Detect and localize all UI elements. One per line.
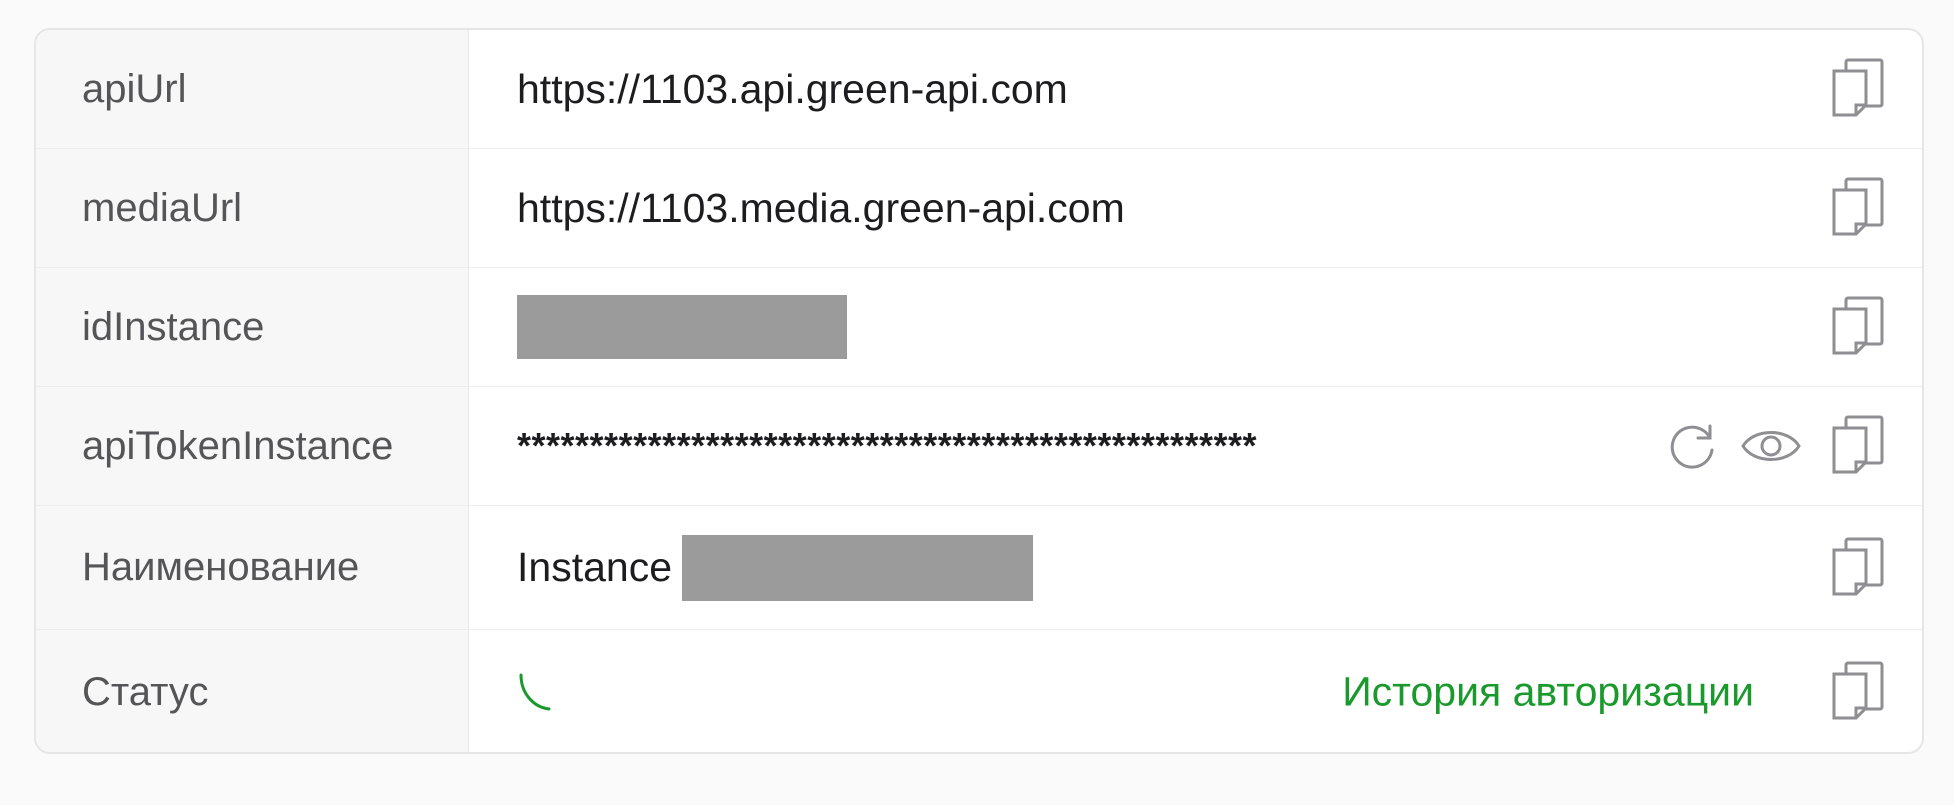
row-id-instance: idInstance — [36, 268, 1922, 387]
auth-history-link[interactable]: История авторизации — [1342, 669, 1754, 716]
row-value-cell: Instance — [469, 506, 1922, 629]
api-token-masked-value: ****************************************… — [517, 425, 1257, 466]
row-label: apiUrl — [36, 30, 469, 148]
row-value-cell: История авторизации — [469, 630, 1922, 752]
row-value-cell — [469, 268, 1922, 386]
row-value-cell: https://1103.api.green-api.com — [469, 30, 1922, 148]
instance-details-card: apiUrl https://1103.api.green-api.com me… — [34, 28, 1924, 754]
copy-icon[interactable] — [1830, 414, 1886, 478]
refresh-icon[interactable] — [1666, 420, 1718, 472]
copy-icon[interactable] — [1830, 176, 1886, 240]
row-label: Статус — [36, 630, 469, 752]
row-media-url: mediaUrl https://1103.media.green-api.co… — [36, 149, 1922, 268]
row-value-cell: ****************************************… — [469, 387, 1922, 505]
row-name: Наименование Instance — [36, 506, 1922, 630]
row-label: idInstance — [36, 268, 469, 386]
copy-icon[interactable] — [1830, 295, 1886, 359]
row-label: Наименование — [36, 506, 469, 629]
api-url-value: https://1103.api.green-api.com — [517, 65, 1068, 112]
row-api-url: apiUrl https://1103.api.green-api.com — [36, 30, 1922, 149]
copy-icon[interactable] — [1830, 57, 1886, 121]
row-api-token: apiTokenInstance ***********************… — [36, 387, 1922, 506]
row-label: apiTokenInstance — [36, 387, 469, 505]
media-url-value: https://1103.media.green-api.com — [517, 184, 1125, 231]
row-status: Статус История авторизации — [36, 630, 1922, 752]
row-label: mediaUrl — [36, 149, 469, 267]
redacted-name-value — [682, 534, 1033, 601]
phone-arc-icon — [517, 669, 557, 715]
instance-name-value: Instance — [517, 544, 672, 590]
copy-icon[interactable] — [1830, 536, 1886, 600]
eye-icon[interactable] — [1740, 422, 1802, 470]
copy-icon[interactable] — [1830, 660, 1886, 724]
redacted-id-value — [517, 295, 847, 359]
row-value-cell: https://1103.media.green-api.com — [469, 149, 1922, 267]
